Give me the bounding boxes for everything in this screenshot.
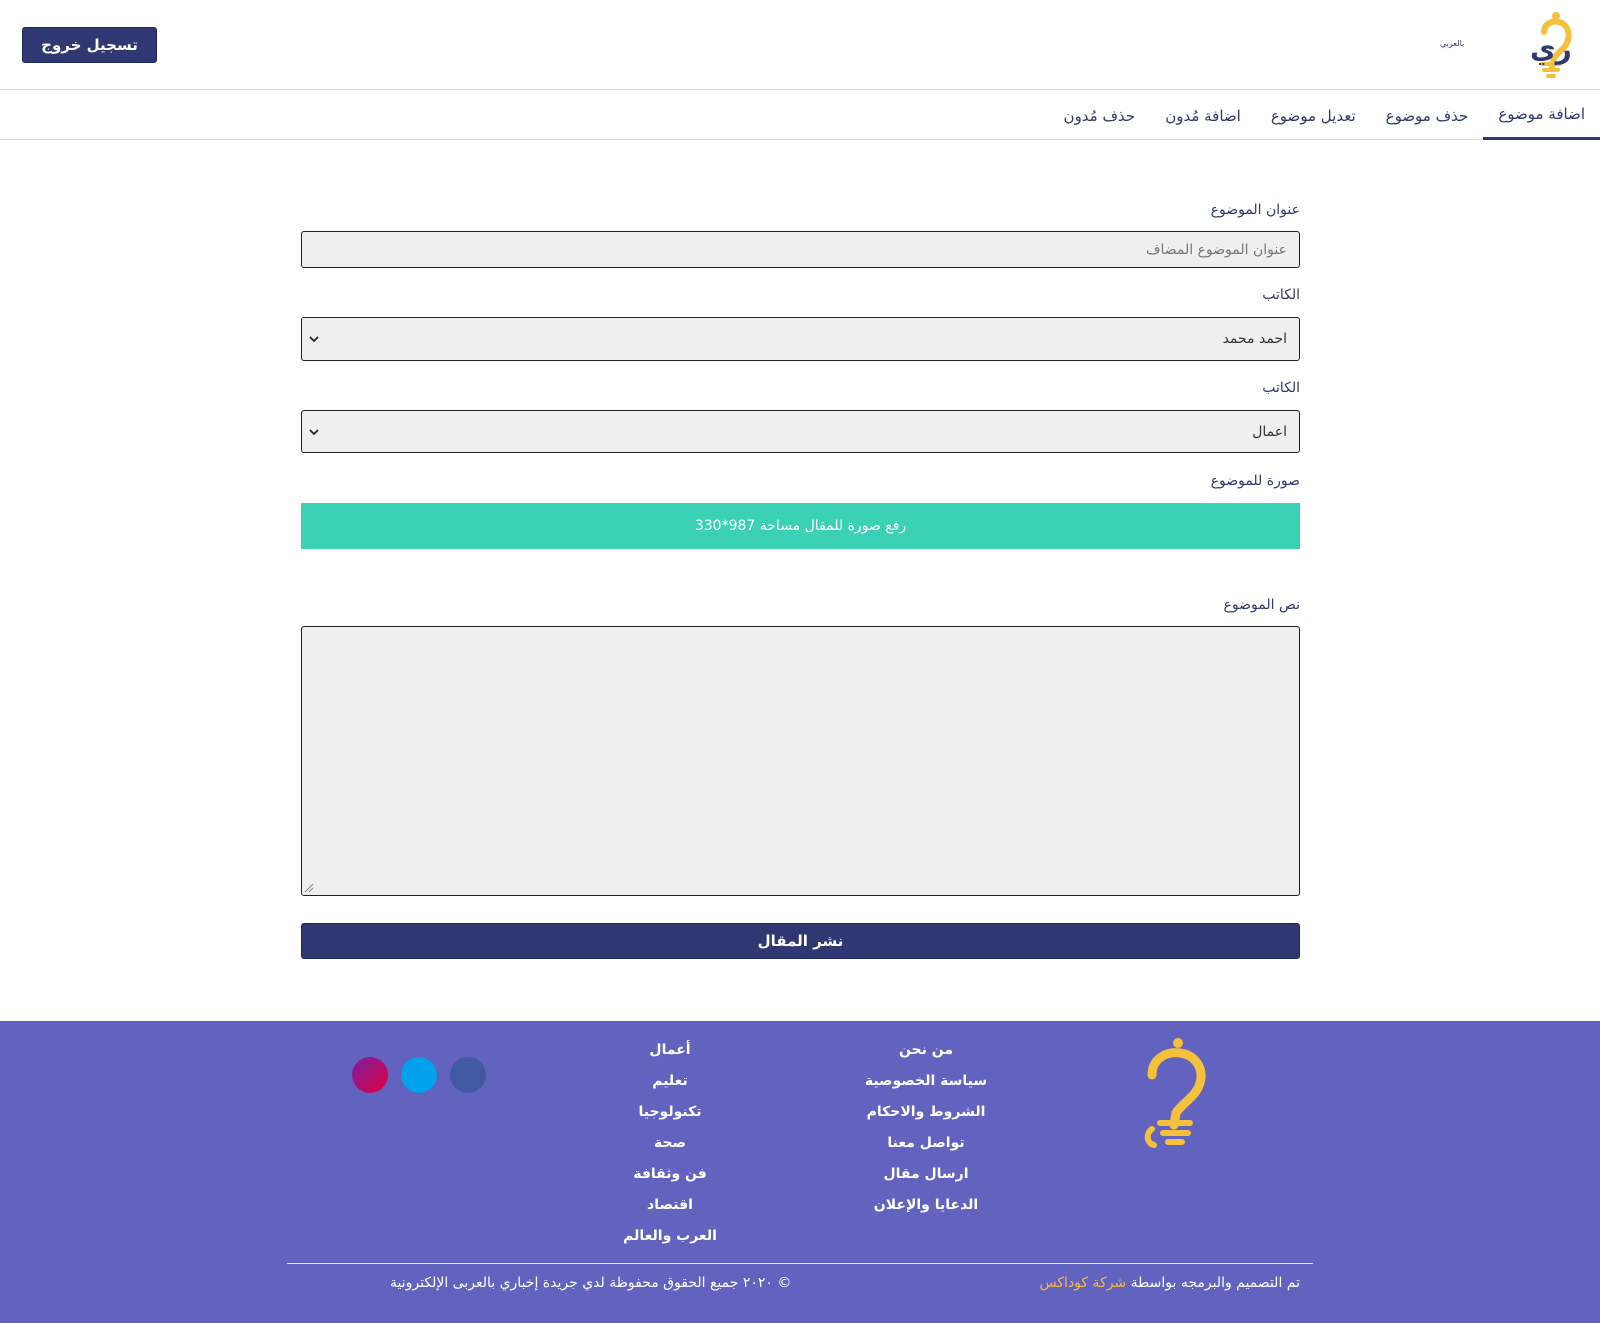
site-footer: من نحن سياسة الخصوصية الشروط والاحكام تو…: [0, 1021, 1600, 1323]
upload-image-button[interactable]: رفع صورة للمقال مساحة 987*330: [301, 503, 1300, 549]
footer-link-art-culture[interactable]: فن وثقافة: [633, 1159, 707, 1190]
footer-link-business[interactable]: أعمال: [649, 1035, 690, 1066]
credits-company-link[interactable]: شركة كوداكس: [1040, 1275, 1127, 1291]
footer-logo[interactable]: [1138, 1037, 1218, 1157]
footer-link-economy[interactable]: اقتصاد: [647, 1190, 693, 1221]
footer-divider: [287, 1263, 1313, 1264]
site-header: إخباري بالعربي تسجيل خروج: [0, 0, 1600, 90]
footer-credits: تم التصميم والبرمجه بواسطة شركة كوداكس: [1040, 1275, 1300, 1291]
footer-about-links: من نحن سياسة الخصوصية الشروط والاحكام تو…: [826, 1035, 1026, 1221]
admin-tabs: اضافة موضوع حذف موضوع تعديل موضوع اضافة …: [0, 91, 1600, 140]
logout-button[interactable]: تسجيل خروج: [22, 27, 157, 63]
chevron-down-icon: [309, 336, 319, 343]
lightbulb-logo-icon: إخباري بالعربي: [1440, 12, 1600, 78]
footer-link-about-us[interactable]: من نحن: [899, 1035, 953, 1066]
category-label: الكاتب: [1262, 380, 1300, 396]
image-label: صورة للموضوع: [1210, 473, 1300, 489]
svg-text:إخباري: إخباري: [1530, 32, 1572, 66]
body-textarea[interactable]: [301, 626, 1300, 896]
tab-add-topic[interactable]: اضافة موضوع: [1483, 91, 1600, 140]
footer-link-arab-world[interactable]: العرب والعالم: [623, 1221, 717, 1252]
footer-link-privacy[interactable]: سياسة الخصوصية: [865, 1066, 987, 1097]
category-selected-value: اعمال: [1252, 423, 1287, 440]
author-select[interactable]: احمد محمد: [301, 317, 1300, 361]
footer-copyright: © ٢٠٢٠ جميع الحقوق محفوظة لدي جريدة إخبا…: [390, 1275, 792, 1291]
publish-button[interactable]: نشر المقال: [301, 923, 1300, 959]
svg-text:بالعربي: بالعربي: [1440, 39, 1464, 48]
footer-link-advertising[interactable]: الدعايا والإعلان: [874, 1190, 978, 1221]
twitter-icon[interactable]: [401, 1057, 437, 1093]
title-placeholder: عنوان الموضوع المضاف: [1145, 241, 1287, 258]
instagram-icon[interactable]: [352, 1057, 388, 1093]
site-logo[interactable]: إخباري بالعربي: [1402, 10, 1600, 80]
footer-link-education[interactable]: تعليم: [652, 1066, 688, 1097]
lightbulb-logo-icon: [1144, 1038, 1206, 1148]
social-links: [352, 1057, 486, 1093]
author-selected-value: احمد محمد: [1222, 331, 1287, 347]
credits-text: تم التصميم والبرمجه بواسطة: [1130, 1275, 1300, 1291]
tab-edit-topic[interactable]: تعديل موضوع: [1256, 91, 1371, 140]
tab-add-blogger[interactable]: اضافة مُدون: [1150, 91, 1256, 140]
footer-link-health[interactable]: صحة: [654, 1128, 686, 1159]
tab-delete-blogger[interactable]: حذف مُدون: [1049, 91, 1151, 140]
tab-delete-topic[interactable]: حذف موضوع: [1371, 91, 1484, 140]
footer-link-submit-article[interactable]: ارسال مقال: [883, 1159, 968, 1190]
footer-link-contact[interactable]: تواصل معنا: [887, 1128, 964, 1159]
author-label: الكاتب: [1262, 287, 1300, 303]
body-label: نص الموضوع: [1223, 597, 1300, 613]
resize-handle-icon[interactable]: [304, 883, 314, 893]
footer-link-technology[interactable]: تكنولوجيا: [639, 1097, 702, 1128]
category-select[interactable]: اعمال: [301, 410, 1300, 453]
facebook-icon[interactable]: [450, 1057, 486, 1093]
chevron-down-icon: [309, 428, 319, 435]
footer-link-terms[interactable]: الشروط والاحكام: [867, 1097, 986, 1128]
title-label: عنوان الموضوع: [1210, 202, 1300, 218]
footer-category-links: أعمال تعليم تكنولوجيا صحة فن وثقافة اقتص…: [570, 1035, 770, 1252]
title-input[interactable]: عنوان الموضوع المضاف: [301, 231, 1300, 268]
